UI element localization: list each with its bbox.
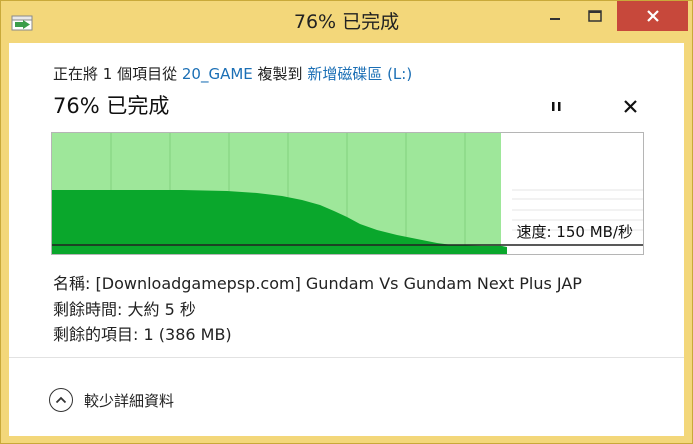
maximize-icon [588, 10, 602, 22]
dialog-content: 正在將 1 個項目從 20_GAME 複製到 新增磁碟區 (L:) 76% 已完… [9, 43, 684, 436]
time-remaining-row: 剩餘時間: 大約 5 秒 [53, 296, 196, 320]
copy-description: 正在將 1 個項目從 20_GAME 複製到 新增磁碟區 (L:) [53, 63, 412, 84]
pause-icon [552, 102, 561, 111]
items-remaining-value: 1 (386 MB) [143, 325, 232, 344]
items-remaining-row: 剩餘的項目: 1 (386 MB) [53, 321, 232, 345]
speed-label: 速度: 150 MB/秒 [516, 223, 633, 241]
copy-dialog-window: 76% 已完成 正在將 1 個項目從 20_GAME 複製到 新增磁碟區 (L:… [0, 0, 693, 444]
source-folder-link[interactable]: 20_GAME [182, 65, 253, 83]
chevron-up-icon [49, 388, 73, 412]
file-name-row: 名稱: [Downloadgamepsp.com] Gundam Vs Gund… [53, 270, 582, 294]
transfer-speed-graph: 速度: 150 MB/秒 [51, 132, 644, 255]
pause-button[interactable] [547, 96, 567, 116]
items-remaining-label: 剩餘的項目: [53, 325, 139, 344]
close-button[interactable] [617, 1, 688, 31]
separator [9, 357, 684, 358]
fewer-details-button[interactable]: 較少詳細資料 [49, 385, 174, 415]
close-icon [646, 10, 659, 22]
progress-status: 76% 已完成 [53, 94, 170, 118]
file-name-value: [Downloadgamepsp.com] Gundam Vs Gundam N… [95, 274, 582, 293]
file-name-label: 名稱: [53, 274, 91, 293]
title-bar[interactable]: 76% 已完成 [1, 1, 692, 43]
destination-drive-link[interactable]: 新增磁碟區 (L:) [307, 65, 412, 83]
cancel-button[interactable] [621, 96, 641, 116]
desc-middle: 複製到 [252, 65, 308, 83]
minimize-button[interactable] [538, 1, 572, 31]
cancel-icon [624, 100, 637, 113]
maximize-button[interactable] [573, 1, 617, 31]
desc-prefix: 正在將 1 個項目從 [53, 65, 182, 83]
fewer-details-label: 較少詳細資料 [84, 391, 175, 410]
minimize-icon [550, 18, 560, 20]
time-remaining-label: 剩餘時間: [53, 300, 123, 319]
time-remaining-value: 大約 5 秒 [127, 300, 196, 319]
